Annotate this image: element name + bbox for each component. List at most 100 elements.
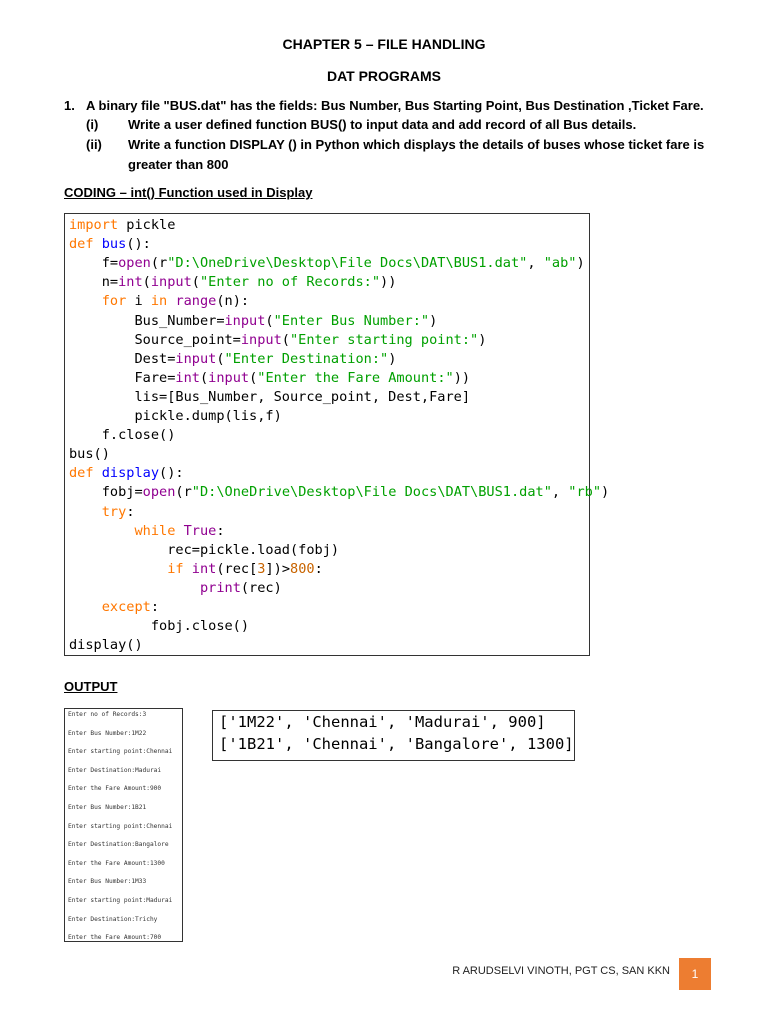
code-line: if int(rec[3])>800: bbox=[69, 560, 323, 579]
code-token: , bbox=[551, 484, 569, 501]
code-token: "Enter Destination:" bbox=[224, 350, 389, 367]
console-line: Enter starting point:Madurai bbox=[68, 897, 173, 904]
code-token: ( bbox=[216, 350, 225, 367]
code-token: bus() bbox=[69, 446, 110, 463]
code-token: open bbox=[118, 255, 151, 272]
code-line: Bus_Number=input("Enter Bus Number:") bbox=[69, 312, 437, 331]
code-line: lis=[Bus_Number, Source_point, Dest,Fare… bbox=[69, 388, 470, 407]
code-token: "Enter no of Records:" bbox=[199, 274, 381, 291]
code-line: pickle.dump(lis,f) bbox=[69, 407, 281, 426]
code-token: int bbox=[118, 274, 143, 291]
code-line: Source_point=input("Enter starting point… bbox=[69, 331, 486, 350]
code-token: display() bbox=[69, 637, 143, 654]
code-line: import pickle bbox=[69, 216, 175, 235]
code-token: input bbox=[240, 331, 282, 348]
console-line: Enter no of Records:3 bbox=[68, 711, 147, 718]
console-line: Enter Destination:Madurai bbox=[68, 766, 162, 774]
part-text: Write a user defined function BUS() to i… bbox=[128, 117, 637, 132]
code-line: try: bbox=[69, 503, 135, 522]
part-label: (ii) bbox=[86, 137, 102, 152]
code-token: "D:\OneDrive\Desktop\File Docs\DAT\BUS1.… bbox=[191, 484, 552, 501]
code-token: (rec) bbox=[240, 579, 282, 596]
code-line: rec=pickle.load(fobj) bbox=[69, 541, 339, 560]
code-line: Fare=int(input("Enter the Fare Amount:")… bbox=[69, 369, 470, 388]
chapter-title: CHAPTER 5 – FILE HANDLING bbox=[282, 36, 486, 52]
code-token: Bus_Number= bbox=[69, 312, 225, 329]
code-token: try bbox=[101, 503, 127, 520]
code-token: "ab" bbox=[543, 255, 577, 272]
code-token: ( bbox=[281, 331, 290, 348]
part-text-continued: greater than 800 bbox=[128, 157, 229, 172]
code-token: n= bbox=[69, 274, 119, 291]
code-token: input bbox=[175, 350, 217, 367]
part-text: Write a function DISPLAY () in Python wh… bbox=[128, 137, 705, 152]
console-line: Enter the Fare Amount:700 bbox=[68, 934, 162, 942]
code-line: Dest=input("Enter Destination:") bbox=[69, 350, 396, 369]
code-token: ) bbox=[388, 350, 397, 367]
code-token: (): bbox=[126, 236, 151, 253]
code-token: def bbox=[69, 465, 94, 482]
code-token: f= bbox=[69, 255, 119, 272]
code-line: n=int(input("Enter no of Records:")) bbox=[69, 273, 397, 292]
code-line: fobj.close() bbox=[69, 617, 249, 636]
question-number: 1. bbox=[64, 98, 75, 113]
code-line: f.close() bbox=[69, 426, 176, 445]
part-label: (i) bbox=[86, 117, 99, 132]
code-token: : bbox=[216, 522, 225, 539]
code-token: f.close() bbox=[69, 427, 176, 444]
code-token: "rb" bbox=[568, 484, 602, 501]
code-token: (): bbox=[159, 465, 184, 482]
code-token: "Enter starting point:" bbox=[289, 331, 479, 348]
console-line: Enter Destination:Bangalore bbox=[68, 841, 169, 849]
code-token: i bbox=[126, 293, 151, 310]
section-title: DAT PROGRAMS bbox=[326, 68, 442, 84]
code-token: : bbox=[126, 503, 135, 520]
code-token: "D:\OneDrive\Desktop\File Docs\DAT\BUS1.… bbox=[167, 255, 528, 272]
code-token: if bbox=[167, 560, 184, 577]
coding-heading: CODING – int() Function used in Display bbox=[64, 185, 313, 200]
console-line: Enter Bus Number:1M33 bbox=[68, 878, 147, 886]
code-token: Fare= bbox=[69, 369, 176, 386]
code-line: def display(): bbox=[69, 464, 184, 483]
code-token: (r bbox=[175, 484, 192, 501]
code-token: True bbox=[183, 522, 217, 539]
code-token: , bbox=[527, 255, 544, 272]
code-token: input bbox=[224, 312, 266, 329]
code-token: "Enter the Fare Amount:" bbox=[257, 369, 454, 386]
code-line: fobj=open(r"D:\OneDrive\Desktop\File Doc… bbox=[69, 483, 609, 502]
code-token: while bbox=[134, 522, 176, 539]
code-line: def bus(): bbox=[69, 235, 151, 254]
code-token: input bbox=[150, 274, 192, 291]
code-token: ])> bbox=[265, 560, 291, 577]
console-line: Enter Destination:Trichy bbox=[68, 915, 158, 923]
code-line: display() bbox=[69, 636, 143, 655]
result-output: ['1M22', 'Chennai', 'Madurai', 900] ['1B2… bbox=[212, 710, 575, 761]
code-token: display bbox=[101, 465, 160, 482]
console-line: Enter starting point:Chennai bbox=[68, 822, 173, 830]
code-token: in bbox=[150, 293, 168, 310]
footer-author: R ARUDSELVI VINOTH, PGT CS, SAN KKN bbox=[452, 965, 670, 977]
output-heading: OUTPUT bbox=[64, 679, 118, 694]
code-token: input bbox=[208, 369, 250, 386]
code-token: ( bbox=[265, 312, 274, 329]
result-line: ['1M22', 'Chennai', 'Madurai', 900] bbox=[219, 713, 546, 731]
code-token: int bbox=[175, 369, 200, 386]
code-token: ) bbox=[601, 484, 610, 501]
code-token: pickle bbox=[118, 217, 176, 233]
code-block: import pickle def bus(): f=open(r"D:\OneD… bbox=[64, 213, 609, 656]
console-line: Enter Bus Number:1M22 bbox=[68, 729, 147, 737]
code-token: int bbox=[191, 560, 217, 577]
code-token: fobj.close() bbox=[69, 618, 250, 635]
code-token: 800 bbox=[290, 560, 315, 577]
code-line: f=open(r"D:\OneDrive\Desktop\File Docs\D… bbox=[69, 254, 585, 273]
code-line: for i in range(n): bbox=[69, 292, 249, 311]
